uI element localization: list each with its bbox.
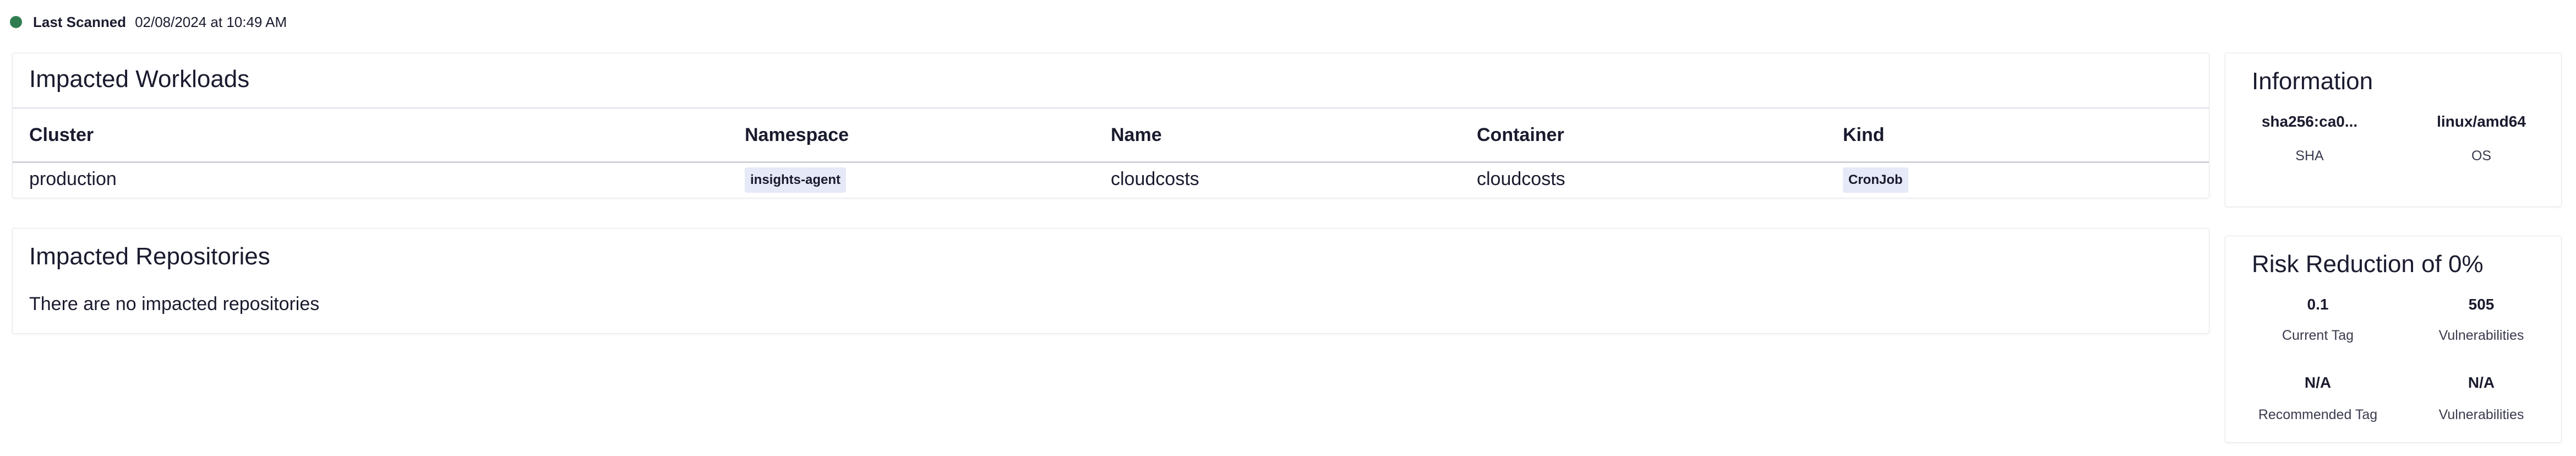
recommended-tag-label: Recommended Tag <box>2258 407 2378 422</box>
recommended-vulnerabilities-label: Vulnerabilities <box>2438 407 2524 422</box>
no-repositories-message: There are no impacted repositories <box>29 294 320 314</box>
recommended-vulnerabilities-value: N/A <box>2468 374 2495 391</box>
os-value: linux/amd64 <box>2437 113 2526 130</box>
os-label: OS <box>2471 148 2492 164</box>
kind-tag: CronJob <box>1843 167 1908 193</box>
namespace-tag: insights-agent <box>745 167 847 193</box>
impacted-repositories-title: Impacted Repositories <box>29 243 270 270</box>
current-tag-label: Current Tag <box>2282 328 2354 343</box>
column-header-container[interactable]: Container <box>1477 108 1564 161</box>
cell-namespace: insights-agent <box>745 161 847 197</box>
current-vulnerabilities-label: Vulnerabilities <box>2438 328 2524 343</box>
column-header-namespace[interactable]: Namespace <box>745 108 849 161</box>
current-tag-value: 0.1 <box>2307 296 2329 313</box>
recommended-tag-value: N/A <box>2304 374 2332 391</box>
risk-reduction-title: Risk Reduction of 0% <box>2252 251 2484 278</box>
impacted-repositories-card: Impacted Repositories There are no impac… <box>12 228 2209 334</box>
current-vulnerabilities-value: 505 <box>2468 296 2495 313</box>
cell-kind: CronJob <box>1843 161 1908 197</box>
cell-container: cloudcosts <box>1477 169 1565 189</box>
risk-reduction-card: Risk Reduction of 0% 0.1 Current Tag 505… <box>2225 236 2562 443</box>
last-scanned-status: Last Scanned 02/08/2024 at 10:49 AM <box>10 13 287 31</box>
cell-name: cloudcosts <box>1111 169 1199 189</box>
sha-value: sha256:ca0... <box>2261 113 2358 130</box>
last-scanned-value: 02/08/2024 at 10:49 AM <box>135 13 287 30</box>
impacted-workloads-title: Impacted Workloads <box>29 66 250 93</box>
sha-label: SHA <box>2295 148 2324 164</box>
information-title: Information <box>2252 68 2373 95</box>
last-scanned-label: Last Scanned <box>33 13 127 30</box>
column-header-cluster[interactable]: Cluster <box>29 108 94 161</box>
workloads-table-header: Cluster Namespace Name Container Kind <box>13 107 2209 163</box>
status-dot-icon <box>10 16 22 28</box>
table-row[interactable]: production insights-agent cloudcosts clo… <box>13 161 2209 197</box>
impacted-workloads-card: Impacted Workloads Cluster Namespace Nam… <box>12 53 2209 198</box>
column-header-kind[interactable]: Kind <box>1843 108 1885 161</box>
column-header-name[interactable]: Name <box>1111 108 1162 161</box>
cell-cluster: production <box>29 169 117 189</box>
information-card: Information sha256:ca0... SHA linux/amd6… <box>2225 53 2562 207</box>
